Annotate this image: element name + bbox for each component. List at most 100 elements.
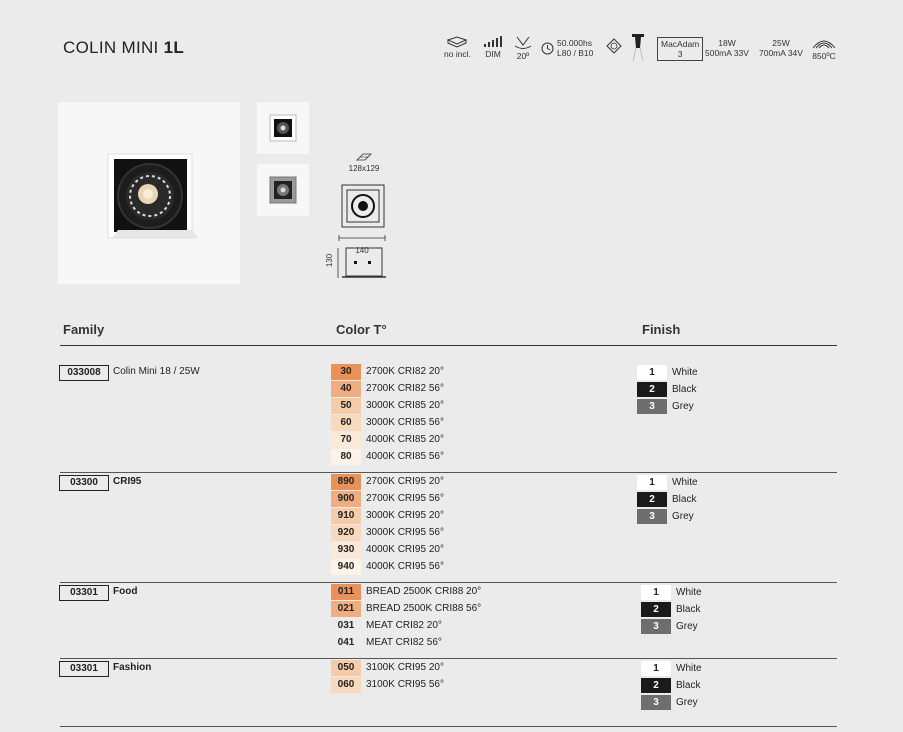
- finish-label: White: [676, 663, 702, 674]
- power-25w-current: 700mA 34V: [759, 48, 803, 58]
- finish-code[interactable]: 1: [637, 475, 667, 490]
- color-description: 3000K CRI85 56°: [366, 417, 444, 428]
- color-code[interactable]: 60: [331, 415, 361, 431]
- finish-label: Grey: [676, 697, 698, 708]
- color-description: 4000K CRI95 20°: [366, 544, 444, 555]
- color-code[interactable]: 900: [331, 491, 361, 507]
- family-header: Family: [63, 322, 105, 337]
- color-description: 2700K CRI82 56°: [366, 383, 444, 394]
- power-25w: 25W: [772, 38, 790, 48]
- finish-code[interactable]: 3: [641, 619, 671, 634]
- color-description: 3000K CRI85 20°: [366, 400, 444, 411]
- family-separator: [60, 582, 837, 583]
- cutout-dimension: 128x129: [346, 152, 382, 173]
- thumbnail-grey[interactable]: [257, 164, 309, 216]
- color-description: 2700K CRI82 20°: [366, 366, 444, 377]
- finish-label: Black: [672, 384, 697, 395]
- thumb-white-image: [269, 114, 297, 142]
- color-description: 3000K CRI95 20°: [366, 510, 444, 521]
- macadam-box: MacAdam 3: [657, 37, 704, 61]
- color-code[interactable]: 50: [331, 398, 361, 414]
- front-view-drawing: [341, 184, 385, 233]
- glow-wire-spec: 850ºC: [811, 36, 837, 61]
- finish-code[interactable]: 2: [641, 602, 671, 617]
- color-description: 2700K CRI95 20°: [366, 476, 444, 487]
- side-view-drawing: [334, 246, 386, 285]
- color-description: 3100K CRI95 20°: [366, 662, 444, 673]
- finish-label: Grey: [672, 401, 694, 412]
- cutout-icon: [356, 153, 372, 161]
- finish-code[interactable]: 3: [641, 695, 671, 710]
- finish-code[interactable]: 2: [637, 382, 667, 397]
- color-description: 4000K CRI85 20°: [366, 434, 444, 445]
- power-18w: 18W: [718, 38, 736, 48]
- finish-code[interactable]: 3: [637, 399, 667, 414]
- color-description: 2700K CRI95 56°: [366, 493, 444, 504]
- color-code[interactable]: 940: [331, 559, 361, 575]
- family-separator: [60, 658, 837, 659]
- color-code[interactable]: 910: [331, 508, 361, 524]
- diamond-class-icon: [606, 38, 622, 54]
- clock-icon: [541, 42, 554, 55]
- lifetime-hours: 50.000hs: [557, 38, 592, 48]
- color-code[interactable]: 70: [331, 432, 361, 448]
- color-description: 4000K CRI95 56°: [366, 561, 444, 572]
- family-separator: [60, 472, 837, 473]
- finish-label: White: [672, 477, 698, 488]
- macadam-value: 3: [677, 49, 683, 59]
- thumbnail-white[interactable]: [257, 102, 309, 154]
- angle-label: 20º: [516, 51, 530, 61]
- finish-code[interactable]: 1: [637, 365, 667, 380]
- finish-label: White: [672, 367, 698, 378]
- finish-label: Grey: [676, 621, 698, 632]
- color-code[interactable]: 041: [331, 635, 361, 651]
- color-description: 3000K CRI95 56°: [366, 527, 444, 538]
- lifetime-spec: 50.000hs L80 / B10: [541, 38, 593, 58]
- family-name: CRI95: [113, 476, 142, 487]
- family-name: Fashion: [113, 662, 152, 673]
- color-code[interactable]: 80: [331, 449, 361, 465]
- power-18w-current: 500mA 33V: [705, 48, 749, 58]
- family-name: Colin Mini 18 / 25W: [113, 366, 200, 377]
- dim-label: DIM: [485, 49, 501, 59]
- color-code[interactable]: 050: [331, 660, 361, 676]
- finish-code[interactable]: 2: [641, 678, 671, 693]
- family-code: 03301: [59, 661, 109, 677]
- downlight-image: [107, 153, 198, 239]
- title-suffix: 1L: [163, 38, 185, 57]
- product-photo: [58, 102, 240, 284]
- finish-label: Grey: [672, 511, 694, 522]
- title-prefix: COLIN MINI: [63, 38, 164, 57]
- driver-icon: [447, 36, 468, 48]
- color-code[interactable]: 060: [331, 677, 361, 693]
- dim-bars-icon: [484, 36, 502, 47]
- finish-code[interactable]: 1: [641, 585, 671, 600]
- family-code: 03301: [59, 585, 109, 601]
- front-view-icon: [341, 184, 385, 228]
- finish-label: Black: [672, 494, 697, 505]
- glow-wire-icon: [812, 40, 836, 49]
- power-25w-spec: 25W 700mA 34V: [759, 38, 803, 58]
- finish-code[interactable]: 2: [637, 492, 667, 507]
- color-code[interactable]: 40: [331, 381, 361, 397]
- finish-code[interactable]: 3: [637, 509, 667, 524]
- bottom-rule: [60, 726, 837, 727]
- macadam-label: MacAdam: [661, 39, 700, 49]
- color-code[interactable]: 031: [331, 618, 361, 634]
- family-code: 033008: [59, 365, 109, 381]
- track-spec: [631, 34, 645, 63]
- color-description: 3100K CRI95 56°: [366, 679, 444, 690]
- color-code[interactable]: 920: [331, 525, 361, 541]
- lifetime-rating: L80 / B10: [557, 48, 594, 58]
- color-code[interactable]: 930: [331, 542, 361, 558]
- thumb-grey-image: [269, 176, 297, 204]
- finish-header: Finish: [642, 322, 681, 337]
- color-code[interactable]: 30: [331, 364, 361, 380]
- color-code[interactable]: 011: [331, 584, 361, 600]
- color-code[interactable]: 021: [331, 601, 361, 617]
- finish-label: White: [676, 587, 702, 598]
- color-code[interactable]: 890: [331, 474, 361, 490]
- finish-code[interactable]: 1: [641, 661, 671, 676]
- color-description: MEAT CRI82 56°: [366, 637, 442, 648]
- driver-label: no incl.: [444, 49, 471, 59]
